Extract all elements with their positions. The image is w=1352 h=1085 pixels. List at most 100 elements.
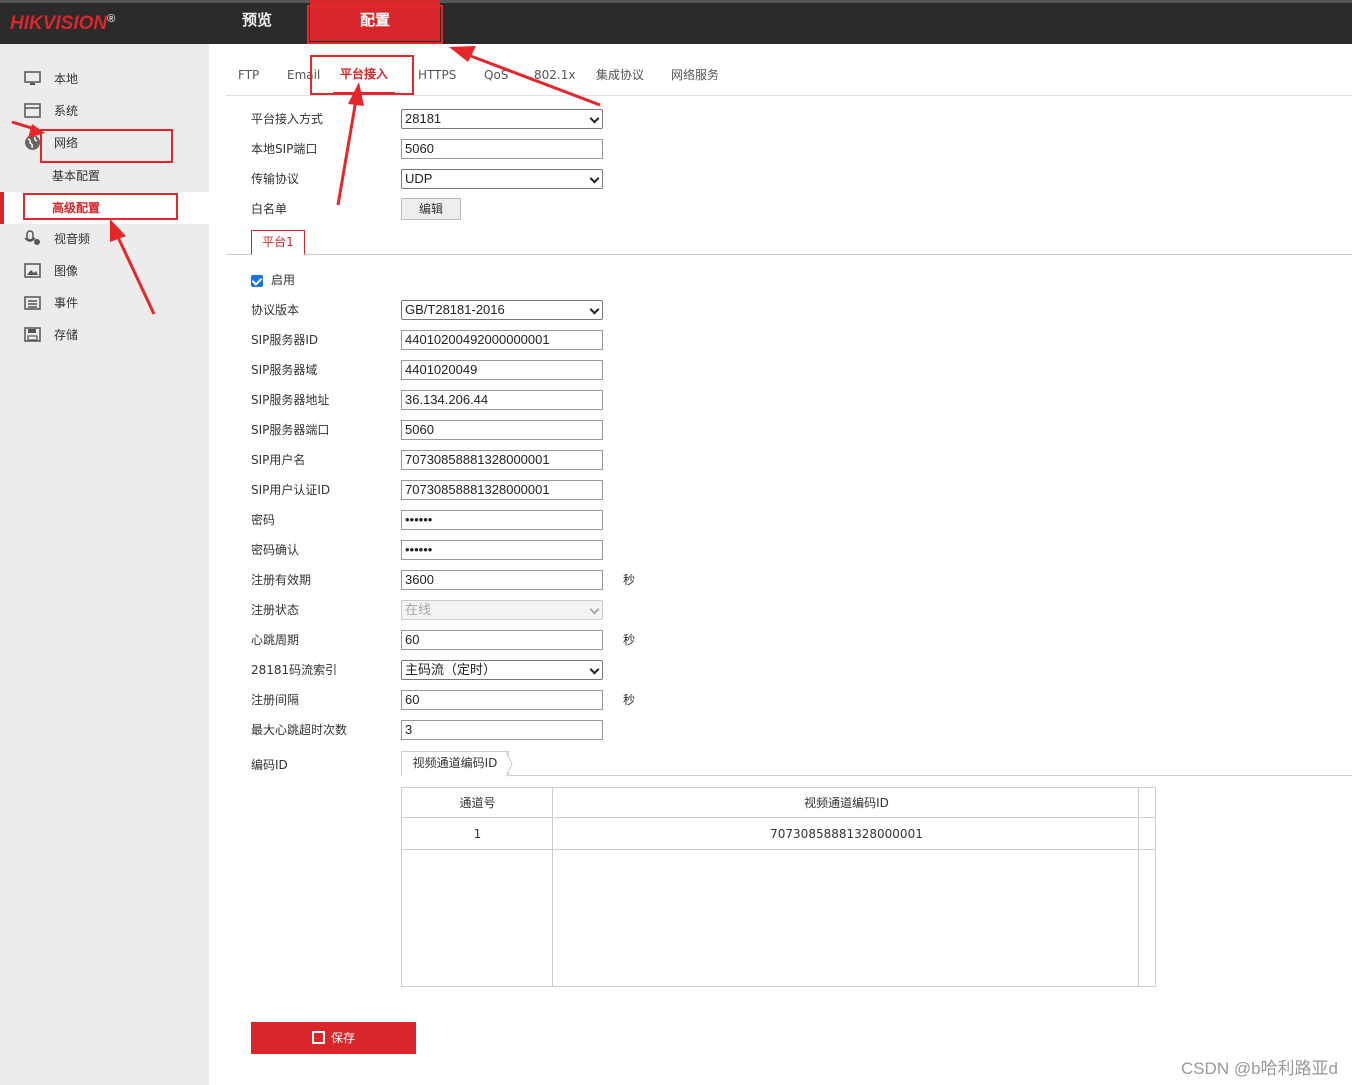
sub-tabs: FTP Email 平台接入 HTTPS QoS 802.1x 集成协议 网络服… [226,56,1352,96]
field-value: 3 [405,722,413,737]
image-icon [24,263,41,278]
field-value: 5060 [405,422,434,437]
form-input[interactable]: 3 [401,720,603,740]
top-bar: HIKVISION® [0,0,1352,44]
sip-port-input[interactable]: 5060 [401,139,603,159]
form-label: 28181码流索引 [251,663,338,677]
transport-select[interactable]: UDP [401,169,603,189]
sidebar-subitem-advanced[interactable]: 高级配置 [0,192,209,224]
form-label: 协议版本 [251,303,300,317]
field-value: GB/T28181-2016 [405,302,505,317]
field-value: 60 [405,632,420,647]
whitelist-label: 白名单 [251,202,288,216]
tab-email[interactable]: Email [287,56,320,94]
form-label: SIP服务器ID [251,333,319,347]
nav-config[interactable]: 配置 [310,0,440,41]
table-cell-code[interactable]: 70730858881328000001 [554,819,1139,849]
tab-integration[interactable]: 集成协议 [596,56,644,94]
field-value: 主码流（定时） [405,662,497,677]
sidebar-item-image[interactable]: 图像 [0,255,209,287]
sip-port-label: 本地SIP端口 [251,142,318,156]
table-header-channel: 通道号 [402,788,553,818]
unit-label: 秒 [623,693,636,707]
table-header-spacer [1140,788,1156,818]
unit-label: 秒 [623,573,636,587]
sidebar-item-storage[interactable]: 存储 [0,319,209,351]
divider [401,775,1352,776]
field-value: 70730858881328000001 [405,482,550,497]
form-label: SIP用户名 [251,453,306,467]
form-label: 注册有效期 [251,573,312,587]
form-input[interactable]: •••••• [401,540,603,560]
enable-label: 启用 [271,273,296,287]
enable-checkbox[interactable] [251,275,263,287]
field-value: 36.134.206.44 [405,392,489,407]
form-input[interactable]: 70730858881328000001 [401,450,603,470]
tab-https[interactable]: HTTPS [418,56,456,94]
tab-ftp[interactable]: FTP [238,56,259,94]
tab-qos[interactable]: QoS [484,56,508,94]
sidebar-item-local[interactable]: 本地 [0,63,209,95]
table-header-code: 视频通道编码ID [554,788,1139,818]
mic-icon [24,230,40,245]
field-value: •••••• [405,512,433,527]
sidebar-item-audio-video[interactable]: 视音频 [0,223,209,255]
save-button[interactable]: 保存 [251,1022,416,1054]
watermark: CSDN @b哈利路亚d [1180,1059,1338,1078]
chevron-down-icon [589,173,600,184]
form-input[interactable]: 60 [401,630,603,650]
nav-preview[interactable]: 预览 [222,0,292,41]
unit-label: 秒 [623,633,636,647]
form-label: 注册状态 [251,603,300,617]
tab-8021x[interactable]: 802.1x [534,56,575,94]
encode-table: 通道号 视频通道编码ID 1 70730858881328000001 [401,787,1156,987]
sidebar-subitem-basic[interactable]: 基本配置 [0,160,209,192]
system-icon [24,103,41,118]
sidebar-item-event[interactable]: 事件 [0,287,209,319]
tab-platform-1[interactable]: 平台1 [251,230,305,255]
access-mode-select[interactable]: 28181 [401,109,603,129]
whitelist-edit-button[interactable]: 编辑 [401,198,461,220]
tab-video-channel-code[interactable]: 视频通道编码ID [401,751,509,776]
form-label: SIP服务器地址 [251,393,330,407]
form-input[interactable]: 44010200492000000001 [401,330,603,350]
divider [226,254,1352,255]
calendar-icon [24,296,41,310]
form-input[interactable]: 70730858881328000001 [401,480,603,500]
chevron-down-icon [589,113,600,124]
form-label: 密码 [251,513,276,527]
form-select: 在线 [401,600,603,620]
chevron-down-icon [589,304,600,315]
table-row-divider [402,849,1155,850]
table-col-divider [1138,788,1139,986]
sidebar-item-system[interactable]: 系统 [0,95,209,127]
save-icon [311,1031,325,1044]
chevron-down-icon [589,664,600,675]
encode-id-label: 编码ID [251,758,288,772]
form-select[interactable]: 主码流（定时） [401,660,603,680]
form-input[interactable]: •••••• [401,510,603,530]
form-input[interactable]: 4401020049 [401,360,603,380]
form-input[interactable]: 5060 [401,420,603,440]
field-value: 60 [405,692,420,707]
tab-platform-access[interactable]: 平台接入 [333,55,395,95]
globe-icon [25,135,40,150]
form-label: SIP服务器端口 [251,423,330,437]
sidebar-item-network[interactable]: 网络 [0,127,209,159]
floppy-icon [24,327,41,342]
form-label: 密码确认 [251,543,300,557]
access-mode-label: 平台接入方式 [251,112,324,126]
form-input[interactable]: 36.134.206.44 [401,390,603,410]
field-value: 在线 [405,602,432,617]
form-label: SIP用户认证ID [251,483,331,497]
form-label: 注册间隔 [251,693,300,707]
field-value: •••••• [405,542,433,557]
table-cell-channel: 1 [473,827,482,841]
form-input[interactable]: 3600 [401,570,603,590]
tab-network-service[interactable]: 网络服务 [671,56,719,94]
tab-arrow [506,751,513,777]
transport-label: 传输协议 [251,172,300,186]
form-label: 心跳周期 [251,633,300,647]
form-select[interactable]: GB/T28181-2016 [401,300,603,320]
form-input[interactable]: 60 [401,690,603,710]
